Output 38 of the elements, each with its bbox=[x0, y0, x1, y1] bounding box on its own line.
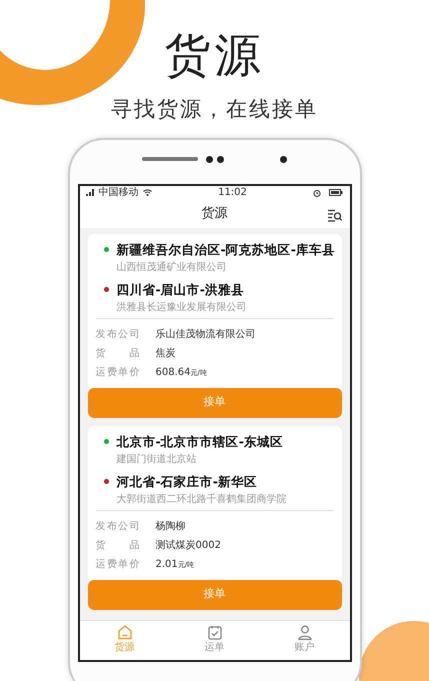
speaker-grille bbox=[142, 157, 198, 161]
address-text: 建国门街道北京站 bbox=[116, 452, 198, 466]
place-name: 北京市-北京市市辖区-东城区 bbox=[116, 434, 283, 448]
carrier-name: 中国移动 bbox=[98, 186, 138, 200]
alarm-icon bbox=[313, 188, 322, 196]
wifi-icon bbox=[142, 189, 152, 196]
address-text: 大郭街道西二环北路千喜鹤集团商学院 bbox=[116, 492, 288, 506]
detail-label: 运费单价 bbox=[96, 558, 140, 572]
tab-item[interactable]: 货源 bbox=[114, 625, 134, 655]
tab-item[interactable]: 账户 bbox=[294, 625, 314, 655]
detail-label: 货品 bbox=[96, 346, 140, 360]
detail-value: 杨陶柳 bbox=[156, 520, 186, 534]
detail-value: 焦炭 bbox=[156, 346, 176, 360]
person-icon bbox=[298, 625, 312, 640]
detail-label: 货品 bbox=[96, 538, 140, 552]
detail-label: 发布公司 bbox=[96, 328, 140, 342]
filter-search-icon[interactable] bbox=[328, 209, 342, 222]
detail-label: 运费单价 bbox=[96, 366, 140, 380]
place-name: 新疆维吾尔自治区-阿克苏地区-库车县 bbox=[116, 242, 335, 256]
accept-order-button[interactable]: 接单 bbox=[88, 580, 342, 610]
signal-icon bbox=[86, 189, 94, 196]
address-text: 山西恒茂通矿业有限公司 bbox=[116, 260, 228, 274]
tagline: 寻找货源，在线接单 bbox=[111, 96, 318, 123]
address-text: 洪雅县长运豫业发展有限公司 bbox=[116, 300, 248, 314]
headline: 货源 bbox=[164, 32, 264, 78]
screen-title: 货源 bbox=[202, 204, 228, 223]
battery-icon bbox=[329, 189, 344, 196]
place-name: 河北省-石家庄市-新华区 bbox=[116, 474, 257, 488]
sensor-dot bbox=[280, 156, 287, 162]
detail-value: 乐山佳茂物流有限公司 bbox=[156, 328, 256, 342]
clipboard-check-icon bbox=[208, 625, 222, 640]
detail-label: 发布公司 bbox=[96, 520, 140, 534]
tab-item[interactable]: 运单 bbox=[204, 625, 224, 655]
detail-value: 测试煤炭0002 bbox=[156, 538, 221, 552]
accept-order-button[interactable]: 接单 bbox=[88, 388, 342, 418]
home-icon bbox=[116, 625, 132, 640]
status-time: 11:02 bbox=[218, 186, 247, 200]
place-name: 四川省-眉山市-洪雅县 bbox=[116, 282, 244, 296]
